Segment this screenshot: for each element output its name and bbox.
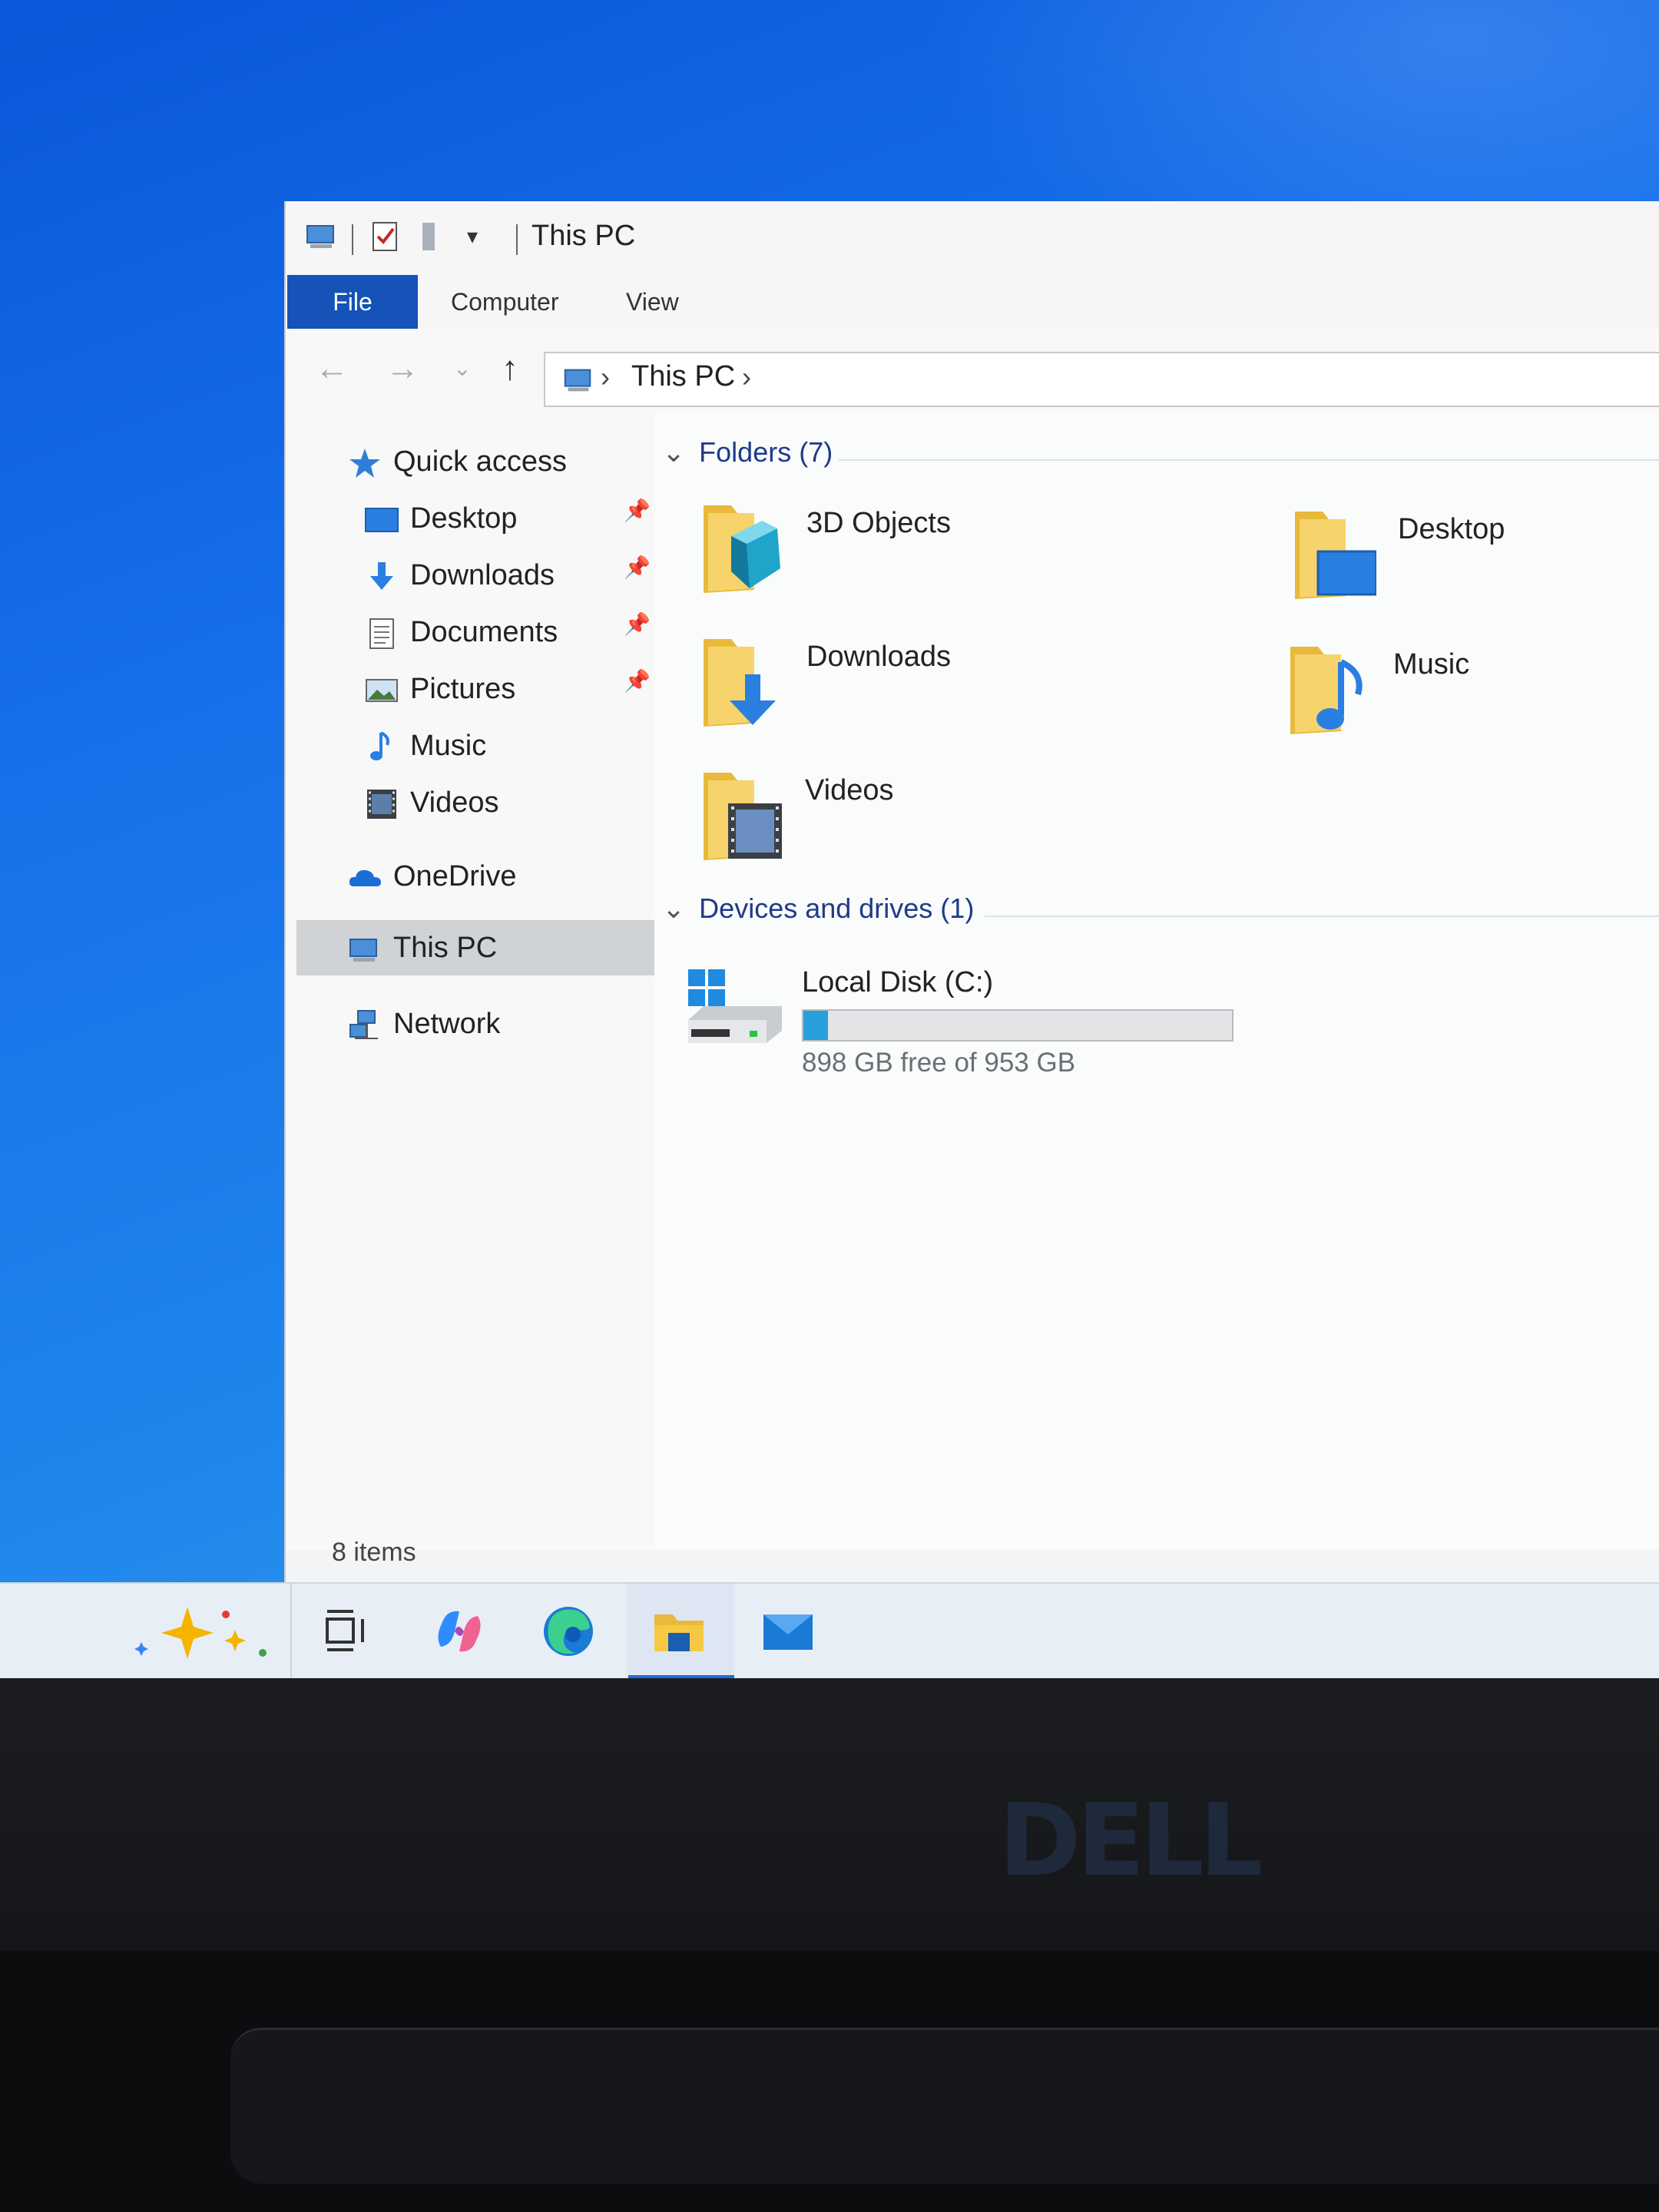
nav-quick-access[interactable]: Quick access	[347, 436, 567, 487]
folder-label: Music	[1393, 648, 1470, 680]
tab-view[interactable]: View	[626, 275, 679, 329]
taskbar	[0, 1582, 1659, 1680]
title-separator	[516, 224, 518, 255]
chevron-down-icon[interactable]: ⌄	[662, 892, 685, 924]
breadcrumb-chevron-icon: ›	[601, 361, 610, 392]
copilot-icon[interactable]	[432, 1604, 487, 1659]
group-divider	[985, 916, 1659, 917]
ribbon-tabs: File Computer View	[286, 275, 1659, 329]
star-icon	[347, 445, 382, 481]
local-disk-icon	[688, 969, 782, 1043]
nav-label: Network	[393, 1008, 501, 1040]
mail-icon[interactable]	[760, 1604, 816, 1659]
nav-label: This PC	[393, 932, 498, 964]
devices-group-header[interactable]: ⌄ Devices and drives (1)	[662, 892, 974, 925]
chevron-down-icon[interactable]: ⌄	[662, 436, 685, 468]
dell-logo: DELL	[998, 1782, 1263, 1899]
tab-computer[interactable]: Computer	[451, 275, 559, 329]
drive-usage-bar	[802, 1009, 1233, 1041]
downloads-icon	[704, 639, 776, 727]
tab-file[interactable]: File	[287, 275, 418, 329]
laptop-hinge-bar	[230, 2028, 1659, 2184]
nav-pictures[interactable]: Pictures	[364, 664, 515, 714]
nav-label: Downloads	[410, 559, 555, 591]
music-icon	[364, 730, 399, 765]
nav-label: OneDrive	[393, 860, 517, 892]
title-separator	[352, 224, 353, 255]
folder-label: Desktop	[1398, 513, 1505, 545]
videos-icon	[704, 773, 782, 860]
up-button[interactable]: ↑	[487, 346, 533, 392]
this-pc-icon	[564, 369, 591, 392]
folder-label: 3D Objects	[806, 507, 951, 539]
this-pc-icon[interactable]	[303, 218, 339, 255]
customize-quick-access-icon[interactable]: ▾	[467, 218, 504, 255]
nav-label: Quick access	[393, 445, 567, 478]
nav-label: Videos	[410, 786, 499, 819]
nav-videos[interactable]: Videos	[364, 777, 499, 828]
nav-documents[interactable]: Documents	[364, 607, 558, 657]
item-count: 8 items	[332, 1538, 416, 1567]
desktop-icon	[1295, 512, 1376, 599]
edge-icon[interactable]	[541, 1604, 596, 1659]
pin-icon[interactable]: 📌	[624, 611, 651, 637]
drive-usage-fill	[803, 1011, 829, 1040]
group-divider	[839, 459, 1659, 461]
pin-icon[interactable]: 📌	[624, 555, 651, 580]
content-pane: ⌄ Folders (7) 3D Objects Desktop Downloa…	[654, 413, 1659, 1550]
taskbar-divider	[290, 1584, 292, 1680]
status-bar: 8 items	[286, 1530, 1659, 1576]
nav-downloads[interactable]: Downloads	[364, 550, 555, 601]
folder-label: Videos	[805, 774, 894, 806]
drive-free-space: 898 GB free of 953 GB	[802, 1048, 1076, 1078]
documents-icon	[364, 616, 399, 651]
pin-icon[interactable]: 📌	[624, 498, 651, 523]
properties-icon[interactable]	[367, 218, 404, 255]
new-folder-icon[interactable]	[413, 218, 450, 255]
nav-music[interactable]: Music	[364, 720, 486, 771]
navigation-pane: Quick access Desktop 📌 Downloads 📌 Docum…	[286, 413, 654, 1550]
folder-label: Downloads	[806, 641, 951, 673]
breadcrumb-chevron-icon[interactable]: ›	[742, 361, 751, 393]
title-bar: ▾ This PC	[286, 201, 1659, 275]
nav-label: Pictures	[410, 673, 516, 705]
drive-label: Local Disk (C:)	[802, 966, 994, 998]
recent-locations-button[interactable]: ⌄	[439, 346, 485, 392]
onedrive-icon	[347, 860, 382, 896]
window-title: This PC	[531, 220, 636, 252]
this-pc-icon	[347, 932, 382, 967]
nav-onedrive[interactable]: OneDrive	[347, 851, 517, 902]
folders-group-header[interactable]: ⌄ Folders (7)	[662, 436, 833, 469]
pin-icon[interactable]: 📌	[624, 668, 651, 694]
nav-label: Music	[410, 730, 487, 762]
nav-this-pc[interactable]: This PC	[296, 920, 654, 975]
videos-icon	[364, 786, 399, 822]
nav-label: Documents	[410, 616, 558, 648]
task-view-icon[interactable]	[320, 1604, 375, 1659]
3d-objects-icon	[704, 505, 780, 593]
downloads-icon	[364, 559, 399, 594]
nav-label: Desktop	[410, 502, 518, 535]
file-explorer-window: ▾ This PC File Computer View ← → ⌄ ↑ › ›…	[284, 201, 1659, 1590]
nav-desktop[interactable]: Desktop	[364, 493, 517, 544]
desktop-icon	[364, 502, 399, 538]
music-icon	[1290, 647, 1363, 734]
pictures-icon	[364, 673, 399, 708]
copilot-sparkle-icon[interactable]	[131, 1599, 276, 1668]
forward-button[interactable]: →	[379, 346, 426, 392]
network-icon	[347, 1008, 382, 1043]
back-button[interactable]: ←	[309, 346, 355, 392]
nav-network[interactable]: Network	[347, 998, 500, 1049]
breadcrumb-this-pc[interactable]: This PC	[631, 360, 735, 393]
file-explorer-icon[interactable]	[651, 1604, 707, 1659]
